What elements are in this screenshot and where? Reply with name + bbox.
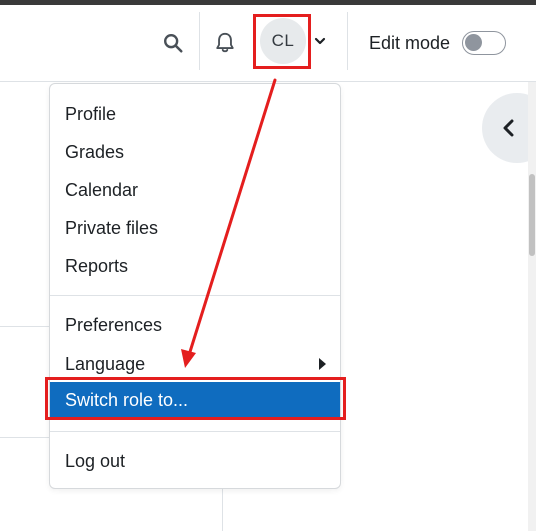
scrollbar-thumb[interactable] xyxy=(529,174,535,256)
menu-divider xyxy=(50,431,340,432)
navbar-divider xyxy=(199,12,200,70)
background-divider xyxy=(0,437,50,438)
menu-item-language-label: Language xyxy=(65,354,146,374)
menu-item-private-files[interactable]: Private files xyxy=(50,210,340,246)
menu-item-preferences[interactable]: Preferences xyxy=(50,307,340,343)
caret-right-icon xyxy=(319,358,326,370)
navbar-divider xyxy=(347,12,348,70)
notifications-button[interactable] xyxy=(210,27,240,59)
menu-item-language[interactable]: Language xyxy=(50,346,340,382)
page-scrollbar[interactable] xyxy=(528,82,536,531)
menu-divider xyxy=(50,295,340,296)
bell-icon xyxy=(216,32,234,53)
chevron-left-icon xyxy=(503,119,514,137)
edit-mode-label: Edit mode xyxy=(369,33,451,53)
background-divider xyxy=(222,487,223,531)
toggle-knob xyxy=(465,34,482,51)
search-button[interactable] xyxy=(158,28,188,58)
menu-item-switch-role[interactable]: Switch role to... xyxy=(50,382,340,419)
chevron-down-icon[interactable] xyxy=(313,34,327,48)
avatar-initials: CL xyxy=(271,31,295,50)
menu-item-profile[interactable]: Profile xyxy=(50,96,340,132)
menu-item-calendar[interactable]: Calendar xyxy=(50,172,340,208)
search-icon xyxy=(164,34,183,53)
menu-item-reports[interactable]: Reports xyxy=(50,248,340,284)
menu-item-logout[interactable]: Log out xyxy=(50,443,340,479)
menu-item-grades[interactable]: Grades xyxy=(50,134,340,170)
avatar[interactable]: CL xyxy=(260,18,306,64)
background-divider xyxy=(0,326,50,327)
user-menu-dropdown: Profile Grades Calendar Private files Re… xyxy=(49,83,341,489)
edit-mode-toggle[interactable] xyxy=(462,31,506,55)
